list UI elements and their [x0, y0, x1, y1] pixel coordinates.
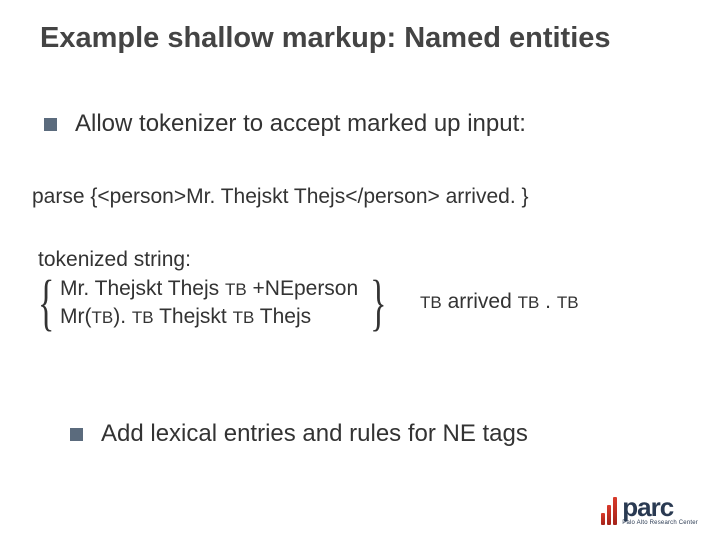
tok-tb: TB: [225, 280, 247, 299]
tok1-b: +NEperson: [247, 277, 358, 300]
tok-tb: TB: [518, 293, 540, 312]
logo-main-text: parc: [622, 494, 698, 520]
tokenized-line-2: Mr(TB). TB Thejskt TB Thejs: [60, 303, 358, 331]
after-a: arrived: [442, 290, 518, 313]
tok-tb: TB: [132, 308, 154, 327]
logo-text: parc Palo Alto Research Center: [622, 494, 698, 526]
bullet-item-1: Allow tokenizer to accept marked up inpu…: [44, 110, 680, 138]
right-brace-icon: }: [370, 272, 380, 334]
left-brace-icon: {: [38, 272, 48, 334]
tok-tb: TB: [420, 293, 442, 312]
logo-bars-icon: [601, 495, 619, 525]
tokenized-label: tokenized string:: [38, 248, 191, 272]
bullet-text-1: Allow tokenizer to accept marked up inpu…: [75, 110, 526, 138]
parse-command-line: parse {<person>Mr. Thejskt Thejs</person…: [32, 185, 690, 209]
slide: Example shallow markup: Named entities A…: [0, 0, 720, 540]
tok2-b: ).: [113, 305, 132, 328]
logo-sub-text: Palo Alto Research Center: [622, 520, 698, 526]
parc-logo: parc Palo Alto Research Center: [601, 494, 698, 526]
bullet-item-2: Add lexical entries and rules for NE tag…: [70, 420, 680, 448]
tokenized-after-brace: TB arrived TB . TB: [420, 290, 579, 314]
bullet-marker-icon: [44, 118, 57, 131]
tokenized-line-1: Mr. Thejskt Thejs TB +NEperson: [60, 275, 358, 303]
bullet-marker-icon: [70, 428, 83, 441]
tokenized-brace-group: { Mr. Thejskt Thejs TB +NEperson Mr(TB).…: [38, 272, 380, 334]
slide-title: Example shallow markup: Named entities: [40, 22, 690, 55]
after-b: .: [539, 290, 557, 313]
tok-tb: TB: [233, 308, 255, 327]
tok2-a: Mr(: [60, 305, 91, 328]
tok1-a: Mr. Thejskt Thejs: [60, 277, 225, 300]
tok-tb: TB: [91, 308, 113, 327]
tok-tb: TB: [557, 293, 579, 312]
tok2-d: Thejs: [254, 305, 311, 328]
tokenized-lines: Mr. Thejskt Thejs TB +NEperson Mr(TB). T…: [56, 275, 362, 332]
bullet-text-2: Add lexical entries and rules for NE tag…: [101, 420, 528, 448]
tok2-c: Thejskt: [154, 305, 233, 328]
